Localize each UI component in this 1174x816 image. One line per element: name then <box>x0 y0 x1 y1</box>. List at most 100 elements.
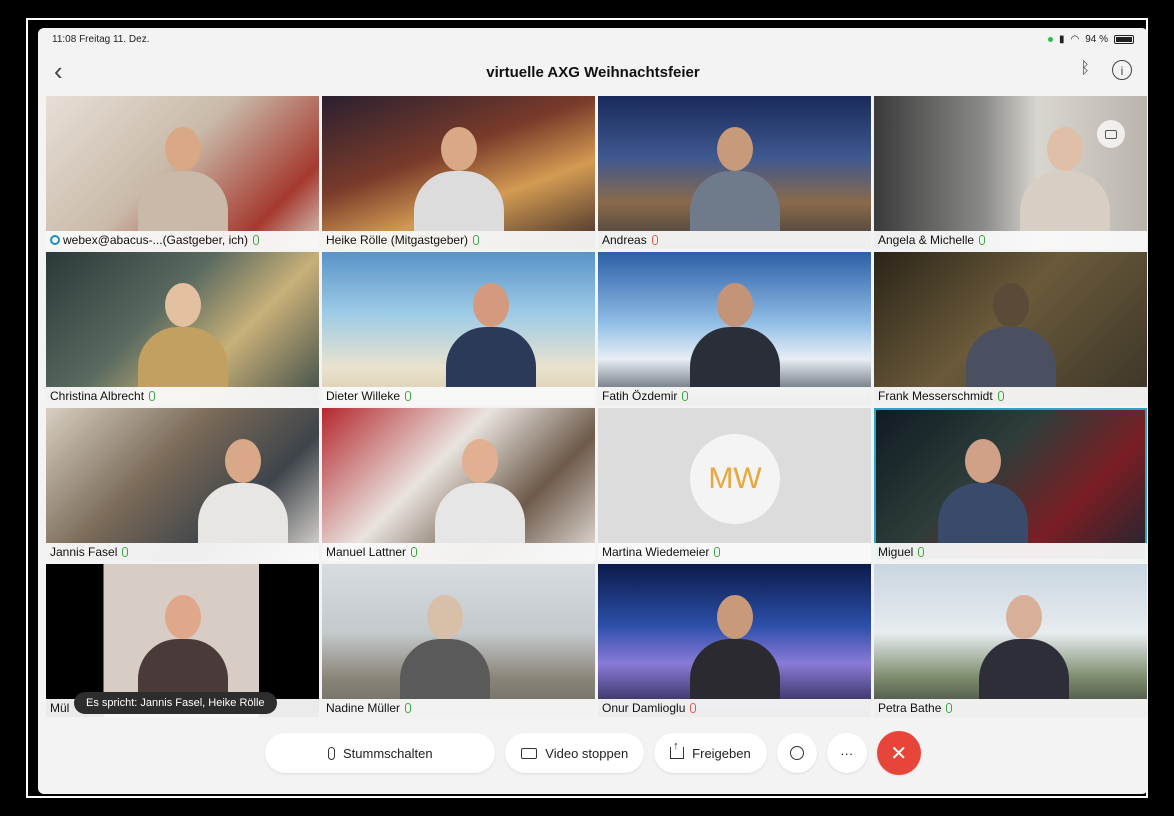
participant-label: Heike Rölle (Mitgastgeber) <box>322 231 595 249</box>
participant-video <box>399 595 490 699</box>
participants-button[interactable] <box>776 733 817 773</box>
mic-icon <box>252 235 259 245</box>
participant-video <box>435 439 526 543</box>
participant-label: Jannis Fasel <box>46 543 319 561</box>
participant-label: Frank Messerschmidt <box>874 387 1147 405</box>
mic-icon <box>979 235 986 245</box>
participant-name: Nadine Müller <box>326 701 401 715</box>
mute-label: Stummschalten <box>342 745 433 761</box>
participant-name: Dieter Willeke <box>326 389 401 403</box>
video-tile[interactable]: Onur Damlioglu <box>598 564 871 717</box>
mic-icon <box>405 391 412 401</box>
participant-name: Miguel <box>878 545 914 559</box>
mic-icon <box>918 547 925 557</box>
close-icon: ✕ <box>890 742 908 765</box>
ipad-screen: 11:08 Freitag 11. Dez. ▮ ◠ 94 % ‹ virtue… <box>38 28 1148 794</box>
stop-video-button[interactable]: Video stoppen <box>505 733 645 773</box>
participant-name: Fatih Özdemir <box>602 389 678 403</box>
video-tile[interactable]: Nadine Müller <box>322 564 595 717</box>
video-tile[interactable]: Dieter Willeke <box>322 252 595 405</box>
video-tile[interactable]: Jannis Fasel <box>46 408 319 561</box>
participant-name: Heike Rölle (Mitgastgeber) <box>326 233 469 247</box>
participant-name: Frank Messerschmidt <box>878 389 993 403</box>
mic-muted-icon <box>651 235 658 245</box>
mic-icon <box>714 547 721 557</box>
mic-icon <box>411 547 418 557</box>
participant-video <box>197 439 288 543</box>
mute-button[interactable]: Stummschalten <box>265 733 496 773</box>
battery-percent: 94 % <box>1085 33 1108 45</box>
battery-icon <box>1114 34 1134 44</box>
video-tile[interactable]: webex@abacus-...(Gastgeber, ich) <box>46 96 319 249</box>
participant-label: Onur Damlioglu <box>598 699 871 717</box>
video-tile[interactable]: Miguel <box>874 408 1147 561</box>
more-icon: ··· <box>840 745 854 761</box>
participant-video <box>137 283 228 387</box>
video-grid: webex@abacus-...(Gastgeber, ich) Heike R… <box>46 96 1147 718</box>
participant-name: Manuel Lattner <box>326 545 407 559</box>
meeting-header: ‹ virtuelle AXG Weihnachtsfeier ᛒ i <box>38 50 1148 94</box>
video-tile[interactable]: Manuel Lattner <box>322 408 595 561</box>
meeting-title: virtuelle AXG Weihnachtsfeier <box>486 63 700 81</box>
more-options-button[interactable]: ··· <box>826 733 867 773</box>
active-speaker-banner: Es spricht: Jannis Fasel, Heike Rölle <box>74 692 277 714</box>
participant-name: Andreas <box>602 233 647 247</box>
mic-icon <box>405 703 412 713</box>
bluetooth-icon[interactable]: ᛒ <box>1080 60 1090 78</box>
share-button[interactable]: Freigeben <box>654 733 767 773</box>
participant-label: Angela & Michelle <box>874 231 1147 249</box>
participant-label: webex@abacus-...(Gastgeber, ich) <box>46 231 319 249</box>
participant-label: Martina Wiedemeier <box>598 543 871 561</box>
status-time: 11:08 <box>52 33 77 45</box>
back-icon[interactable]: ‹ <box>54 58 63 84</box>
share-label: Freigeben <box>692 745 751 761</box>
participant-name: Onur Damlioglu <box>602 701 686 715</box>
camera-active-icon <box>1047 36 1053 42</box>
participant-name: webex@abacus-...(Gastgeber, ich) <box>63 233 248 247</box>
participant-label: Dieter Willeke <box>322 387 595 405</box>
mic-icon <box>682 391 689 401</box>
participant-name: Angela & Michelle <box>878 233 975 247</box>
participant-video <box>137 127 228 231</box>
status-left: 11:08 Freitag 11. Dez. <box>52 34 149 45</box>
video-tile[interactable]: Andreas <box>598 96 871 249</box>
participant-video <box>137 595 228 699</box>
participant-name: Jannis Fasel <box>50 545 118 559</box>
participant-label: Miguel <box>874 543 1147 561</box>
participants-icon <box>789 746 804 760</box>
status-bar: 11:08 Freitag 11. Dez. ▮ ◠ 94 % <box>38 28 1148 50</box>
info-icon[interactable]: i <box>1112 60 1132 80</box>
participant-video <box>413 127 504 231</box>
microphone-icon <box>327 746 335 760</box>
participant-name: Mül <box>50 701 70 715</box>
video-tile[interactable]: Heike Rölle (Mitgastgeber) <box>322 96 595 249</box>
mic-icon <box>946 703 953 713</box>
video-tile[interactable]: Frank Messerschmidt <box>874 252 1147 405</box>
status-right: ▮ ◠ 94 % <box>1047 33 1134 45</box>
share-icon <box>670 740 685 759</box>
participant-video <box>689 283 780 387</box>
mic-icon <box>997 391 1004 401</box>
video-tile[interactable]: Fatih Özdemir <box>598 252 871 405</box>
video-tile[interactable]: Christina Albrecht <box>46 252 319 405</box>
participant-video <box>689 595 780 699</box>
participant-label: Fatih Özdemir <box>598 387 871 405</box>
participant-video <box>938 439 1029 543</box>
host-icon <box>50 235 60 245</box>
call-controls: Stummschalten Video stoppen Freigeben ··… <box>38 728 1148 778</box>
participant-label: Christina Albrecht <box>46 387 319 405</box>
participant-video <box>979 595 1070 699</box>
mic-icon <box>122 547 129 557</box>
participant-label: Nadine Müller <box>322 699 595 717</box>
participant-name: Martina Wiedemeier <box>602 545 710 559</box>
status-date: Freitag 11. Dez. <box>79 33 150 45</box>
participant-video <box>1020 127 1111 231</box>
participant-label: Andreas <box>598 231 871 249</box>
video-tile[interactable]: Angela & Michelle <box>874 96 1147 249</box>
video-tile[interactable]: Petra Bathe <box>874 564 1147 717</box>
participant-name: Petra Bathe <box>878 701 942 715</box>
video-tile[interactable]: MW Martina Wiedemeier <box>598 408 871 561</box>
leave-meeting-button[interactable]: ✕ <box>876 731 921 775</box>
video-label: Video stoppen <box>545 745 629 761</box>
participant-name: Christina Albrecht <box>50 389 145 403</box>
